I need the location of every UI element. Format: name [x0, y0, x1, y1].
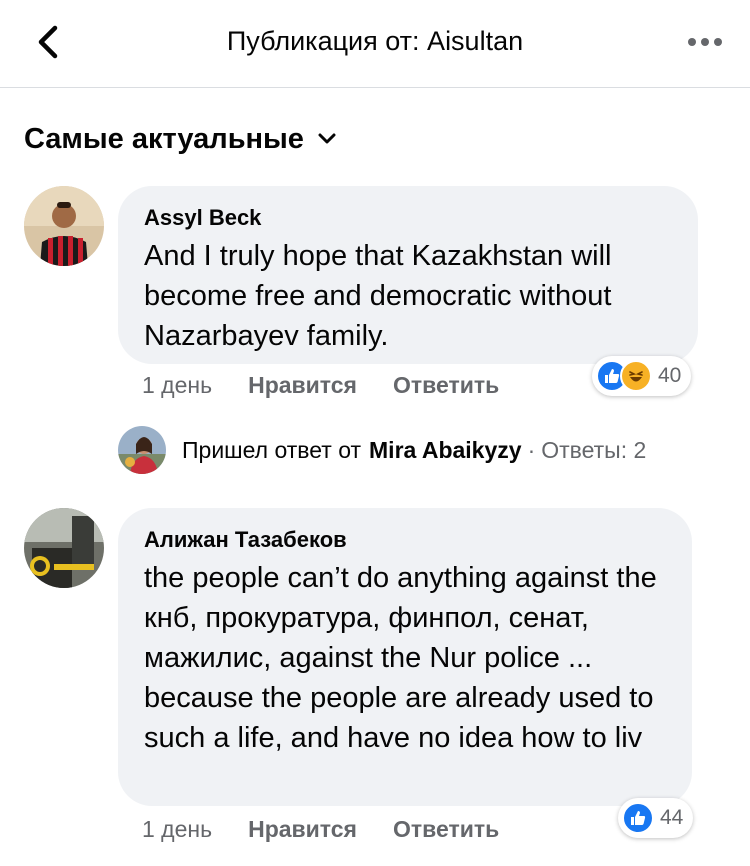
comment-author[interactable]: Assyl Beck: [144, 204, 674, 232]
comment-author[interactable]: Алижан Тазабеков: [144, 526, 668, 554]
view-replies-link[interactable]: Пришел ответ от Mira Abaikyzy · Ответы: …: [118, 426, 646, 474]
comment-actions: 1 день Нравится Ответить: [142, 816, 499, 843]
comment-bubble: Алижан Тазабеков the people can’t do any…: [118, 508, 692, 806]
comment-time[interactable]: 1 день: [142, 372, 212, 399]
haha-icon: [620, 360, 652, 392]
more-options-button[interactable]: [680, 22, 730, 62]
comment-bubble: Assyl Beck And I truly hope that Kazakhs…: [118, 186, 698, 364]
comment-text: the people can’t do anything against the…: [144, 562, 657, 754]
like-icon: [622, 802, 654, 834]
dot-icon: [701, 38, 709, 46]
avatar[interactable]: [24, 508, 104, 588]
comment-text: And I truly hope that Kazakhstan will be…: [144, 240, 612, 352]
reply-count: Ответы: 2: [541, 436, 647, 463]
reply-button[interactable]: Ответить: [393, 816, 499, 843]
reaction-summary[interactable]: 40: [592, 356, 692, 396]
comment-sort-dropdown[interactable]: Самые актуальные: [24, 120, 336, 158]
avatar[interactable]: [24, 186, 104, 266]
like-button[interactable]: Нравится: [248, 816, 357, 843]
reaction-summary[interactable]: 44: [618, 798, 694, 838]
reply-avatar: [118, 426, 166, 474]
dot-icon: [714, 38, 722, 46]
reply-author: Mira Abaikyzy: [369, 436, 522, 463]
top-bar: Публикация от: Aisultan: [0, 0, 750, 88]
reply-prefix: Пришел ответ от: [182, 436, 362, 463]
separator: ·: [527, 436, 536, 463]
comment-time[interactable]: 1 день: [142, 816, 212, 843]
reply-button[interactable]: Ответить: [393, 372, 499, 399]
comment-actions: 1 день Нравится Ответить: [142, 372, 499, 399]
reaction-count: 40: [658, 364, 682, 387]
chevron-down-icon: [318, 133, 336, 144]
page-title: Публикация от: Aisultan: [226, 26, 524, 56]
sort-label: Самые актуальные: [24, 123, 304, 155]
dot-icon: [688, 38, 696, 46]
chevron-left-icon: [38, 25, 58, 59]
reaction-count: 44: [660, 806, 684, 829]
back-button[interactable]: [26, 20, 70, 64]
like-button[interactable]: Нравится: [248, 372, 357, 399]
